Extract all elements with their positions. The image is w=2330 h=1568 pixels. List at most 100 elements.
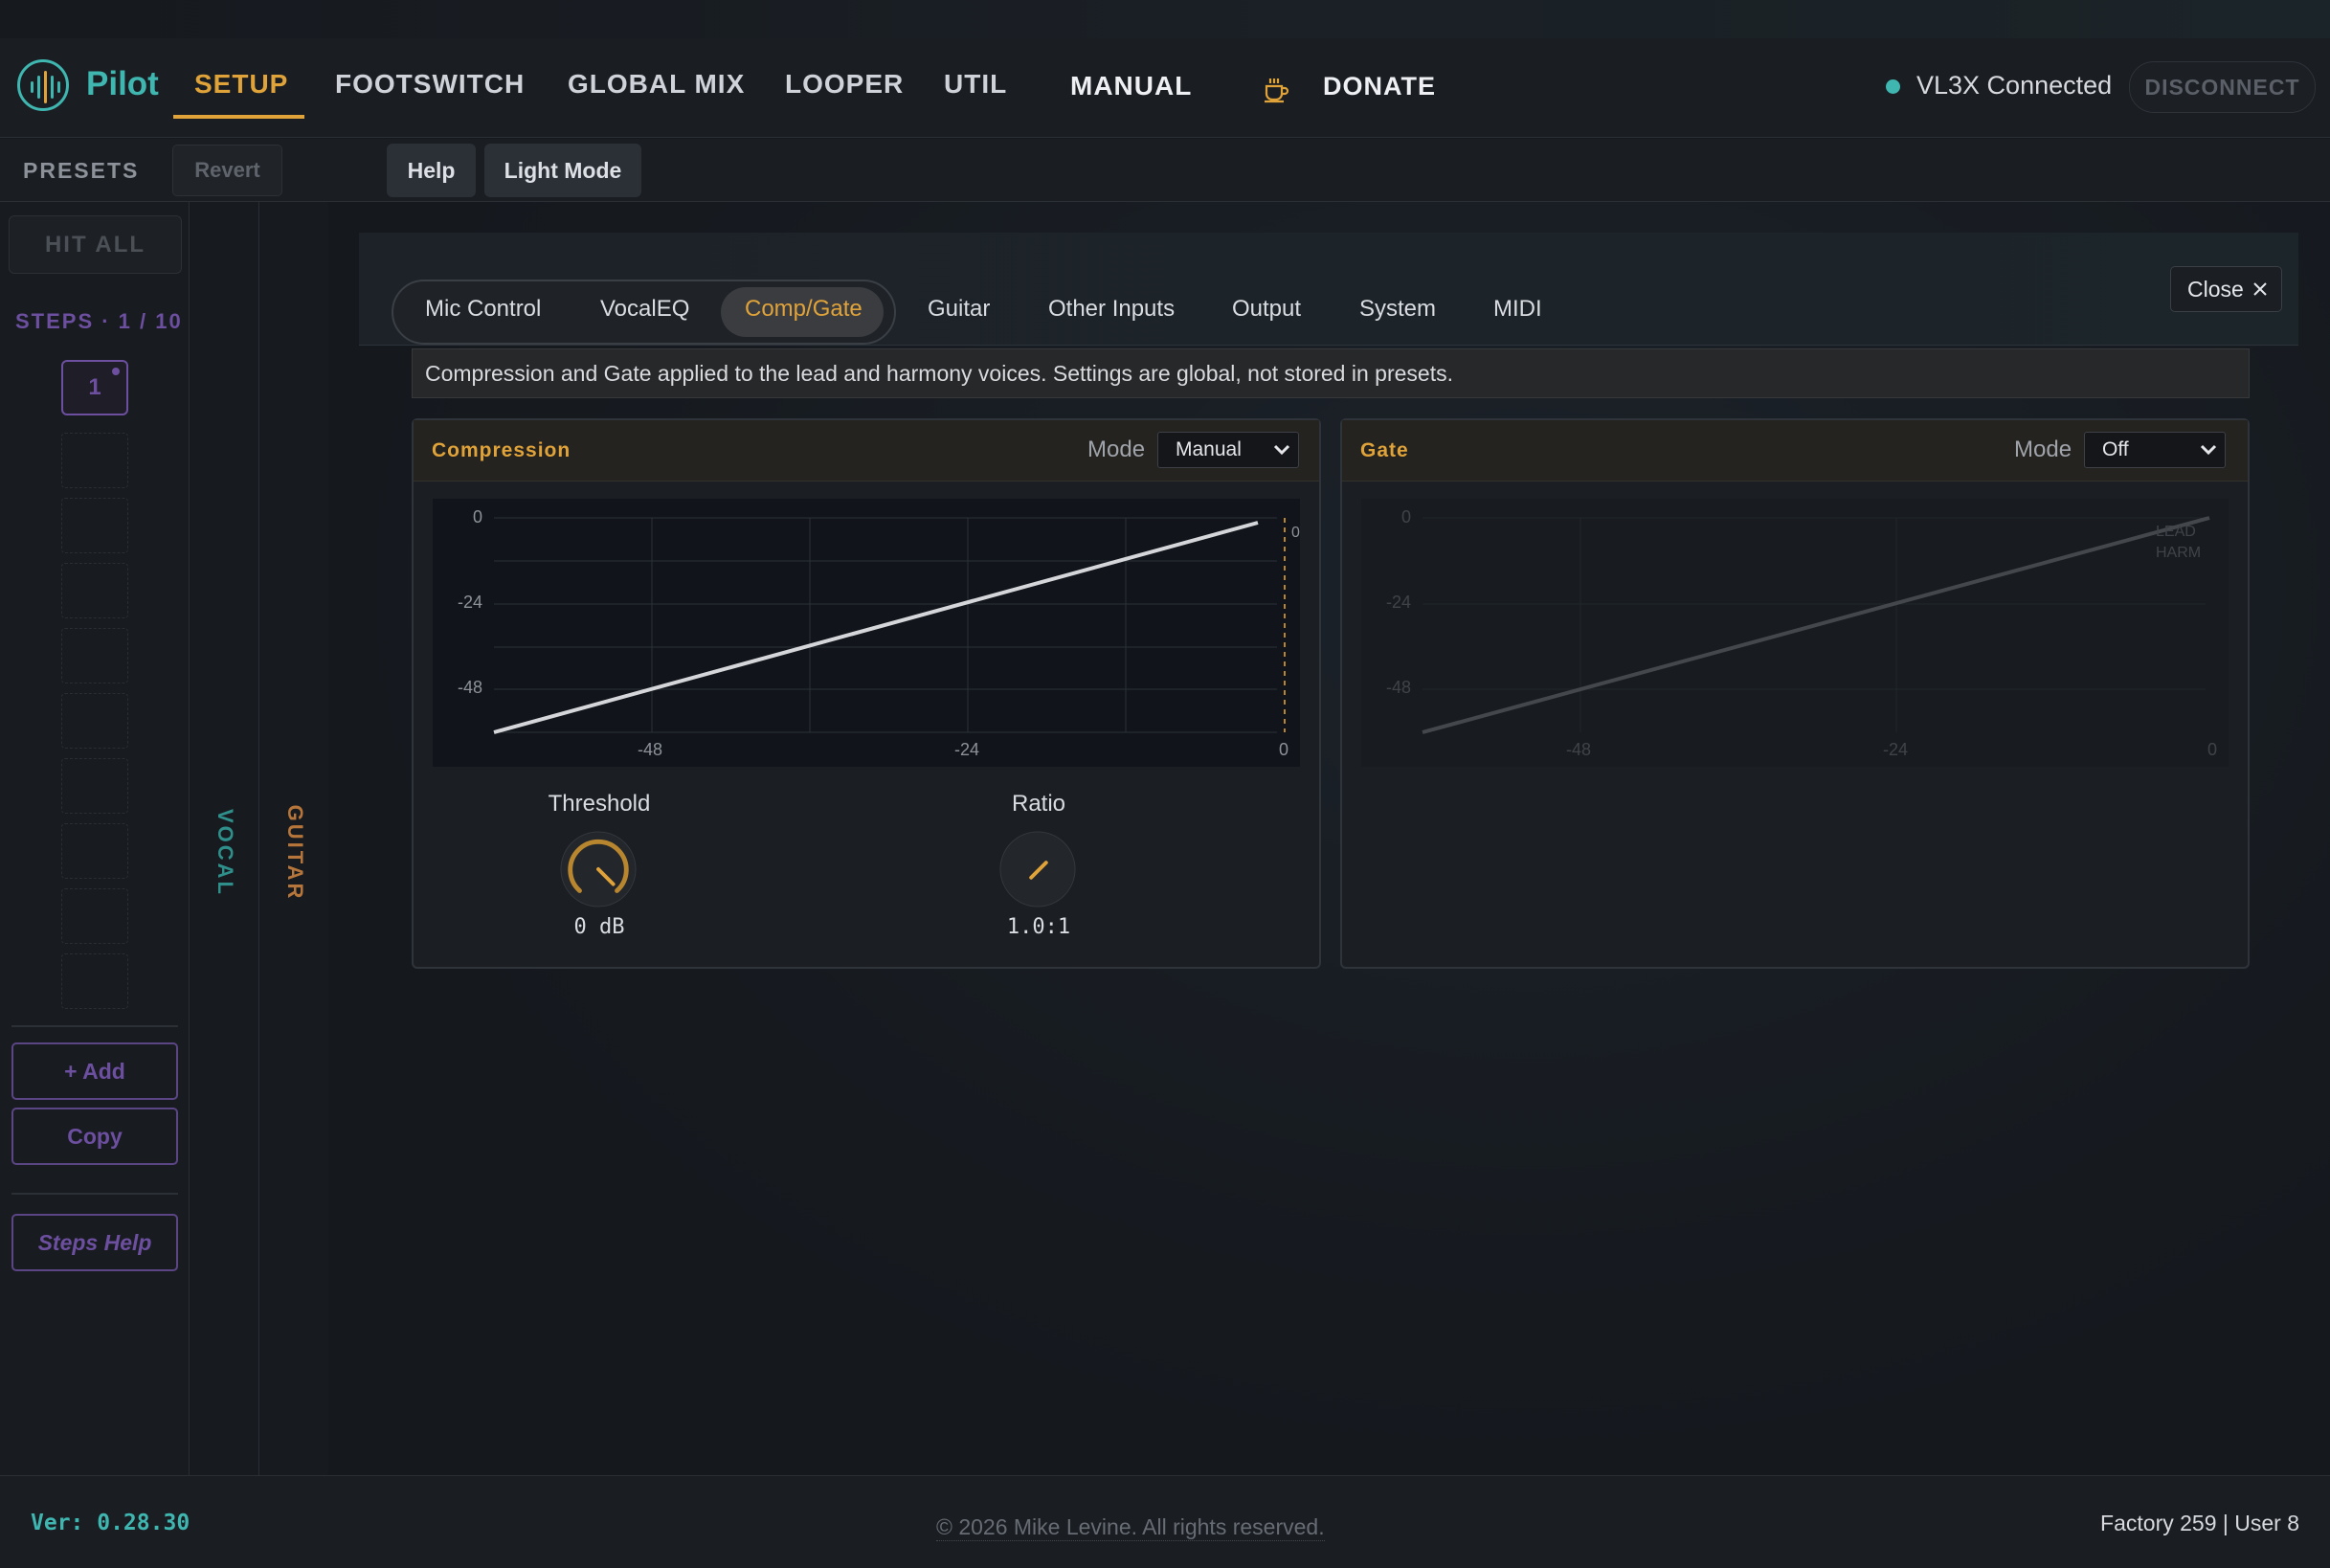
presets-label: PRESETS — [23, 158, 140, 183]
x-tick-0: 0 — [2207, 740, 2218, 759]
revert-button[interactable]: Revert — [172, 145, 282, 196]
tab-midi[interactable]: MIDI — [1493, 296, 1542, 323]
step-active-dot — [112, 368, 120, 375]
y-tick-minus24: -24 — [1386, 593, 1412, 612]
x-tick-0: 0 — [1279, 740, 1289, 759]
nav-manual[interactable]: MANUAL — [1070, 71, 1192, 101]
tab-other-inputs[interactable]: Other Inputs — [1048, 296, 1175, 323]
compression-card: Compression Mode Manual 0 -24 -48 -48 -2… — [412, 418, 1321, 969]
step-slot-1[interactable]: 1 — [61, 360, 128, 415]
tab-mic-control[interactable]: Mic Control — [425, 296, 541, 323]
steps-sidebar: HIT ALL STEPS · 1 / 10 1 + Add Copy Step… — [0, 202, 190, 1475]
tab-output[interactable]: Output — [1232, 296, 1301, 323]
x-tick-minus48: -48 — [1566, 740, 1592, 759]
vocal-strip-label: VOCAL — [213, 809, 237, 897]
y-tick-0: 0 — [473, 507, 483, 526]
disconnect-button[interactable]: DISCONNECT — [2129, 61, 2316, 113]
app-name: Pilot — [86, 65, 159, 102]
meter-label: 0 — [1291, 525, 1300, 541]
gate-header: Gate Mode Off — [1342, 420, 2248, 482]
gate-graph: 0 -24 -48 -48 -24 0 LEAD HARM — [1361, 499, 2229, 767]
gate-title: Gate — [1360, 439, 1409, 461]
gate-card: Gate Mode Off 0 -24 -48 -48 -24 0 LEAD H… — [1340, 418, 2250, 969]
compression-mode-select[interactable]: Manual — [1157, 432, 1299, 468]
tab-vocaleq[interactable]: VocalEQ — [600, 296, 689, 323]
threshold-knob[interactable] — [559, 830, 638, 908]
x-tick-minus24: -24 — [1883, 740, 1909, 759]
version-label: Ver: 0.28.30 — [31, 1511, 190, 1535]
info-banner: Compression and Gate applied to the lead… — [412, 348, 2250, 398]
gate-mode-label: Mode — [2014, 437, 2072, 462]
step-slot-empty[interactable] — [61, 888, 128, 944]
add-step-button[interactable]: + Add — [11, 1042, 178, 1100]
nav-global-mix[interactable]: GLOBAL MIX — [568, 69, 745, 100]
gate-mode-value: Off — [2102, 438, 2129, 460]
nav-footswitch[interactable]: FOOTSWITCH — [335, 69, 525, 100]
y-tick-minus24: -24 — [458, 593, 483, 612]
guitar-strip[interactable]: GUITAR — [260, 202, 329, 1475]
step-slot-empty[interactable] — [61, 758, 128, 814]
connection-status-dot — [1886, 79, 1900, 94]
hit-all-button[interactable]: HIT ALL — [9, 215, 182, 274]
compression-mode-label: Mode — [1087, 437, 1146, 462]
ratio-knob[interactable] — [998, 830, 1077, 908]
nav-util[interactable]: UTIL — [944, 69, 1007, 100]
ratio-label: Ratio — [1011, 791, 1066, 817]
pilot-logo-icon — [17, 59, 69, 111]
top-nav: Pilot SETUP FOOTSWITCH GLOBAL MIX LOOPER… — [0, 38, 2330, 138]
step-slot-empty[interactable] — [61, 823, 128, 879]
step-number: 1 — [88, 374, 101, 400]
threshold-label: Threshold — [548, 791, 651, 817]
legend-lead: LEAD — [2156, 524, 2196, 540]
gate-mode-select[interactable]: Off — [2084, 432, 2226, 468]
step-slot-empty[interactable] — [61, 498, 128, 553]
legend-harm: HARM — [2156, 545, 2202, 561]
close-button[interactable]: Close — [2170, 266, 2282, 312]
step-slot-empty[interactable] — [61, 953, 128, 1009]
copy-step-button[interactable]: Copy — [11, 1108, 178, 1165]
nav-active-underline — [173, 115, 304, 119]
preset-counts: Factory 259 | User 8 — [2100, 1511, 2299, 1535]
close-icon — [2253, 282, 2267, 296]
gate-transfer-curve — [1422, 516, 2210, 734]
compression-title: Compression — [432, 439, 571, 461]
transfer-curve — [493, 521, 1259, 734]
threshold-value: 0 dB — [573, 915, 625, 939]
donate-link[interactable]: DONATE — [1323, 72, 1436, 101]
step-slot-empty[interactable] — [61, 433, 128, 488]
guitar-strip-label: GUITAR — [283, 804, 307, 902]
nav-looper[interactable]: LOOPER — [785, 69, 904, 100]
chevron-down-icon — [2200, 444, 2217, 456]
x-tick-minus24: -24 — [954, 740, 980, 759]
close-label: Close — [2187, 277, 2244, 302]
compression-header: Compression Mode Manual — [414, 420, 1319, 482]
y-tick-minus48: -48 — [1386, 678, 1412, 697]
compression-graph: 0 -24 -48 -48 -24 0 0 — [433, 499, 1300, 767]
ratio-value: 1.0:1 — [1006, 915, 1071, 939]
step-slot-empty[interactable] — [61, 628, 128, 683]
tab-comp-gate[interactable]: Comp/Gate — [745, 296, 863, 323]
help-button[interactable]: Help — [387, 144, 476, 197]
steps-header: STEPS · 1 / 10 — [15, 309, 183, 333]
step-slot-empty[interactable] — [61, 563, 128, 618]
light-mode-button[interactable]: Light Mode — [484, 144, 641, 197]
connection-status: VL3X Connected — [1916, 71, 2113, 100]
chevron-down-icon — [1273, 444, 1290, 456]
coffee-cup-icon[interactable] — [1262, 75, 1290, 103]
divider — [11, 1025, 178, 1027]
nav-setup[interactable]: SETUP — [194, 69, 288, 100]
copyright-link[interactable]: © 2026 Mike Levine. All rights reserved. — [936, 1514, 1325, 1541]
presets-bar: PRESETS Revert Help Light Mode — [0, 139, 2330, 202]
tab-system[interactable]: System — [1359, 296, 1436, 323]
steps-help-button[interactable]: Steps Help — [11, 1214, 178, 1271]
vocal-strip[interactable]: VOCAL — [190, 202, 259, 1475]
x-tick-minus48: -48 — [638, 740, 663, 759]
compression-mode-value: Manual — [1176, 438, 1242, 460]
tab-guitar[interactable]: Guitar — [928, 296, 990, 323]
top-strip — [0, 0, 2330, 38]
y-tick-minus48: -48 — [458, 678, 483, 697]
y-tick-0: 0 — [1401, 507, 1412, 526]
gate-curve-plot — [1422, 516, 2210, 734]
divider — [11, 1193, 178, 1195]
step-slot-empty[interactable] — [61, 693, 128, 749]
